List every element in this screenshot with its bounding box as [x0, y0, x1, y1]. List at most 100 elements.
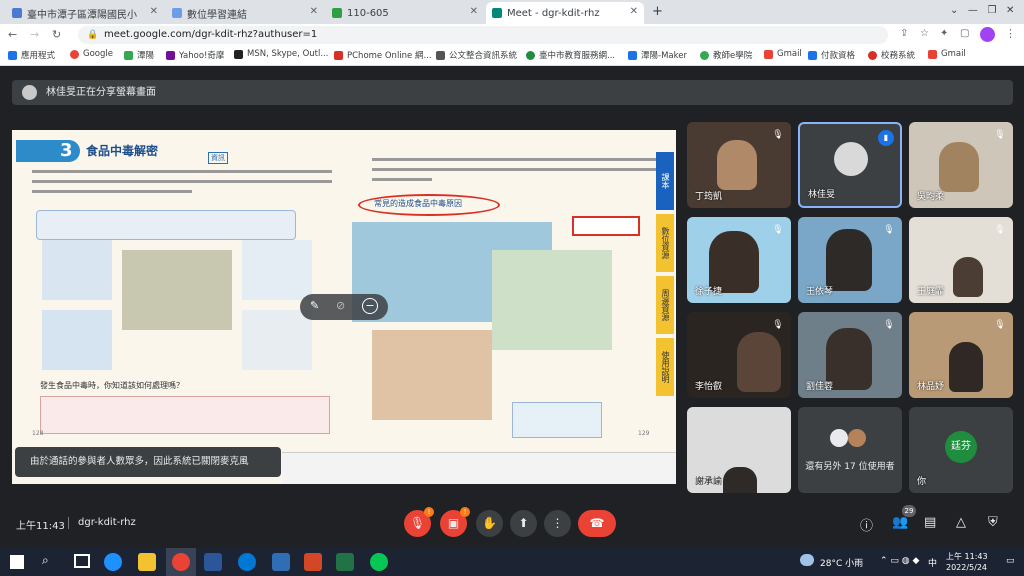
- illustration-sick-girl: [242, 240, 312, 300]
- taskbar-time[interactable]: 上午 11:43: [946, 551, 988, 562]
- mic-off-icon: 🎙: [883, 225, 895, 235]
- participant-tile[interactable]: 🎙 王依琴: [798, 217, 902, 303]
- side-tab-peripheral[interactable]: 周邊資源: [656, 276, 674, 334]
- bookmark-payment[interactable]: 付款資格: [808, 49, 855, 61]
- window-controls[interactable]: ⌄ — ❐ ✕: [950, 5, 1014, 16]
- powerpoint-icon[interactable]: [304, 553, 322, 571]
- close-icon[interactable]: ✕: [470, 6, 478, 17]
- participant-tile-presenter[interactable]: ▮ 林佳旻: [798, 122, 902, 208]
- bookmark-teacher[interactable]: 教師e學院: [700, 49, 752, 61]
- bookmark-docs[interactable]: 公文整合資訊系統: [436, 49, 517, 61]
- pin-icon[interactable]: ✎: [310, 299, 319, 312]
- excel-icon[interactable]: [336, 553, 354, 571]
- reload-icon[interactable]: ↻: [52, 28, 61, 41]
- photos-icon[interactable]: [272, 553, 290, 571]
- side-tab-textbook[interactable]: 課本: [656, 152, 674, 210]
- yahoo-icon: [166, 50, 175, 60]
- side-tab-digital[interactable]: 數位資源: [656, 214, 674, 272]
- new-tab-button[interactable]: +: [652, 4, 663, 19]
- tab-search-icon[interactable]: ▢: [960, 28, 969, 39]
- participant-tile[interactable]: 🎙 劉佳蓉: [798, 312, 902, 398]
- more-participants-tile[interactable]: 還有另外 17 位使用者: [798, 407, 902, 493]
- edu-icon: [526, 50, 535, 60]
- word-icon[interactable]: [204, 553, 222, 571]
- remove-icon[interactable]: −: [362, 298, 378, 314]
- bookmark-school-system[interactable]: 校務系統: [868, 49, 915, 61]
- side-tab-manual[interactable]: 使用說明: [656, 338, 674, 396]
- leave-call-button[interactable]: ☎: [578, 510, 616, 537]
- raise-hand-button[interactable]: ✋: [476, 510, 503, 537]
- bookmark-msn[interactable]: MSN, Skype, Outl...: [234, 49, 328, 59]
- taskbar-date[interactable]: 2022/5/24: [946, 563, 987, 572]
- address-bar[interactable]: 🔒 meet.google.com/dgr-kdit-rhz?authuser=…: [78, 26, 888, 44]
- tab-class[interactable]: 110-605 ✕: [326, 2, 484, 24]
- first-aid-box: [40, 396, 330, 434]
- participant-video: [949, 342, 983, 392]
- participant-tile[interactable]: 🎙 林品妤: [909, 312, 1013, 398]
- profile-avatar[interactable]: [980, 27, 995, 42]
- participant-tile[interactable]: 🎙 徐子捷: [687, 217, 791, 303]
- participant-tile[interactable]: 🎙 王庭霏: [909, 217, 1013, 303]
- bookmark-edu[interactable]: 臺中市教育服務網...: [526, 49, 615, 61]
- windows-start-icon[interactable]: [10, 555, 24, 569]
- mic-off-icon: 🎙: [994, 130, 1006, 140]
- mic-off-icon: 🎙: [994, 225, 1006, 235]
- activities-icon[interactable]: △: [956, 515, 966, 530]
- task-view-icon[interactable]: [74, 554, 90, 568]
- back-icon[interactable]: ←: [8, 28, 17, 41]
- bookmark-gmail-1[interactable]: Gmail: [764, 49, 802, 59]
- participant-video: [737, 332, 781, 392]
- bookmark-school[interactable]: 潭陽: [124, 49, 154, 61]
- tab-meet[interactable]: Meet - dgr-kdit-rhz ✕: [486, 2, 644, 24]
- line-icon[interactable]: [370, 553, 388, 571]
- bookmark-pchome[interactable]: PChome Online 網...: [334, 49, 432, 61]
- input-language[interactable]: 中: [928, 556, 937, 569]
- weather-icon: [800, 554, 814, 566]
- bookmark-gmail-2[interactable]: Gmail: [928, 49, 966, 59]
- bookmark-maker[interactable]: 潭陽-Maker: [628, 49, 687, 61]
- mute-icon[interactable]: ⊘: [336, 299, 345, 312]
- tab-digital-links[interactable]: 數位學習連結 ✕: [166, 2, 324, 24]
- participant-tile[interactable]: 🎙 李怡叡: [687, 312, 791, 398]
- more-options-button[interactable]: ⋮: [544, 510, 571, 537]
- chrome-icon[interactable]: [172, 553, 190, 571]
- info-icon[interactable]: ⓘ: [860, 515, 873, 534]
- present-button[interactable]: ⬆: [510, 510, 537, 537]
- tray-icons[interactable]: ⌃ ▭ ◍ ◆: [880, 556, 919, 566]
- search-icon[interactable]: ⌕: [42, 553, 49, 568]
- chat-icon[interactable]: ▤: [924, 515, 936, 530]
- host-controls-icon[interactable]: ⛨: [988, 515, 998, 530]
- notification-icon[interactable]: ▭: [1006, 556, 1015, 566]
- edge-icon[interactable]: [104, 553, 122, 571]
- participant-tile[interactable]: 謝承諭: [687, 407, 791, 493]
- tile-overlay-controls[interactable]: ✎ ⊘ −: [300, 294, 388, 320]
- mic-off-icon: 🎙: [883, 320, 895, 330]
- bookmark-apps[interactable]: 應用程式: [8, 49, 55, 61]
- people-icon[interactable]: 👥: [892, 515, 908, 530]
- bookmark-google[interactable]: Google: [70, 49, 113, 59]
- close-icon[interactable]: ✕: [150, 6, 158, 17]
- extensions-icon[interactable]: ✦: [940, 28, 948, 39]
- weather-text[interactable]: 28°C 小雨: [820, 556, 863, 569]
- ebook-toolbar[interactable]: [282, 452, 676, 484]
- page-number-right: 129: [638, 430, 650, 437]
- close-icon[interactable]: ✕: [310, 6, 318, 17]
- file-explorer-icon[interactable]: [138, 553, 156, 571]
- participant-tile[interactable]: 🎙 吳昀柔: [909, 122, 1013, 208]
- teacher-icon: [700, 50, 709, 60]
- presenter-avatar: [22, 85, 37, 100]
- bookmark-yahoo[interactable]: Yahoo!奇摩: [166, 49, 224, 61]
- participant-avatar: [848, 429, 866, 447]
- close-icon[interactable]: ✕: [630, 6, 638, 17]
- shared-screen[interactable]: 3 食品中毒解密 資訊 發生食品中毒時，你知道該如何處理嗎？ 常見的造成食品中毒…: [12, 130, 676, 484]
- participant-tile[interactable]: 🎙 丁筠凱: [687, 122, 791, 208]
- forward-icon[interactable]: →: [30, 28, 39, 41]
- menu-icon[interactable]: ⋮: [1005, 27, 1016, 40]
- bookmark-star-icon[interactable]: ☆: [920, 28, 929, 39]
- webex-icon[interactable]: [238, 553, 256, 571]
- apps-grid-icon: [8, 50, 17, 60]
- share-icon[interactable]: ⇪: [900, 28, 908, 39]
- self-tile[interactable]: 廷芬 你: [909, 407, 1013, 493]
- text-line: [372, 168, 662, 171]
- tab-school[interactable]: 臺中市潭子區潭陽國民小學 ✕: [6, 2, 164, 24]
